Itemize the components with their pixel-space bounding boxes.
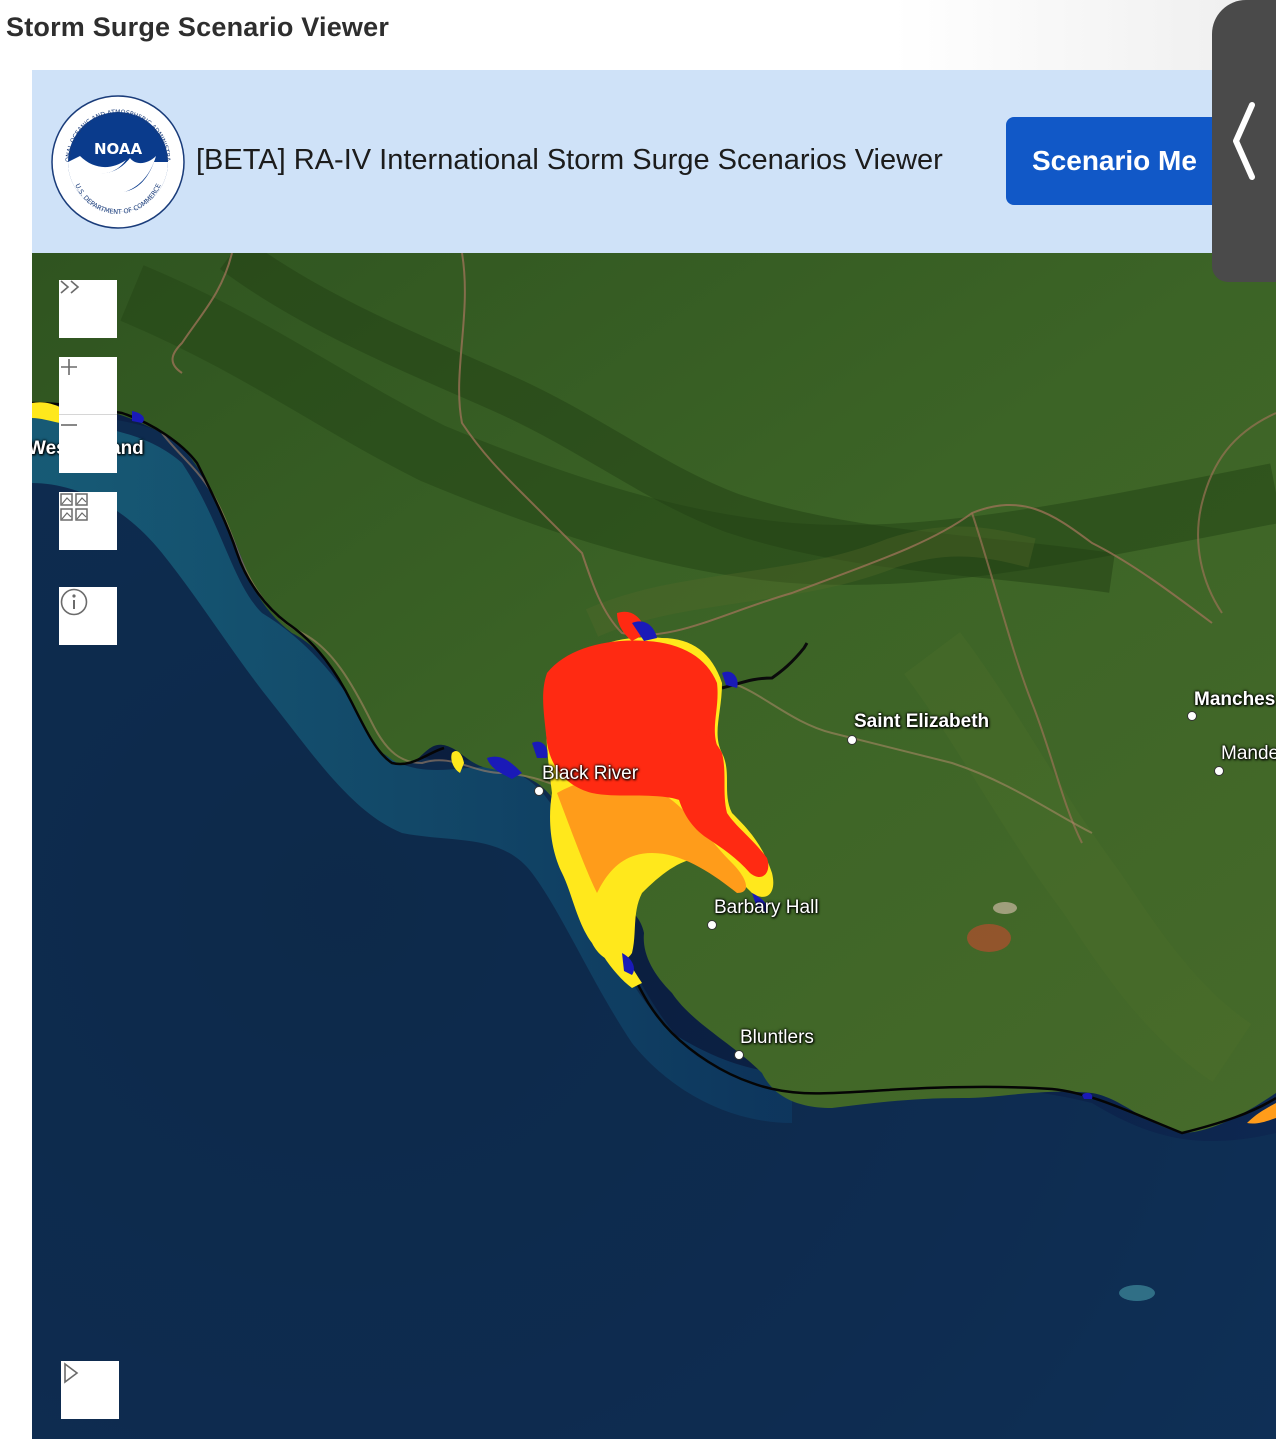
- map-label-saint-elizabeth: Saint Elizabeth: [854, 711, 990, 732]
- map-view[interactable]: Wes land Saint Elizabeth Black River Bar…: [32, 253, 1276, 1439]
- map-marker-barbary-hall: [707, 920, 717, 930]
- noaa-logo-text: NOAA: [94, 140, 143, 158]
- info-icon: [60, 588, 88, 616]
- map-marker-saint-elizabeth: [847, 735, 857, 745]
- basemap-gallery-icon: [60, 493, 88, 521]
- map-label-bluntlers: Bluntlers: [740, 1027, 814, 1048]
- map-label-mandeville: Mande: [1221, 743, 1276, 764]
- page-title: Storm Surge Scenario Viewer: [6, 12, 390, 42]
- zoom-out-button[interactable]: [59, 415, 117, 473]
- play-animation-button[interactable]: [61, 1361, 119, 1419]
- expand-panel-button[interactable]: [59, 280, 117, 338]
- map-marker-bluntlers: [734, 1050, 744, 1060]
- app-banner: NOAA NATIONAL OCEANIC AND ATMOSPHERIC AD…: [32, 70, 1276, 253]
- map-marker-mandeville: [1214, 766, 1224, 776]
- noaa-logo-icon: NOAA NATIONAL OCEANIC AND ATMOSPHERIC AD…: [50, 94, 185, 229]
- scenario-menu-button[interactable]: Scenario Me: [1006, 117, 1246, 205]
- side-panel-toggle[interactable]: [1212, 0, 1276, 282]
- info-button[interactable]: [59, 587, 117, 645]
- minus-icon: [61, 424, 77, 426]
- map-marker-manchester: [1187, 711, 1197, 721]
- double-chevron-right-icon: [60, 280, 80, 294]
- satellite-basemap: [32, 253, 1276, 1439]
- map-label-manchester: Manches: [1194, 689, 1276, 710]
- chevron-left-icon: [1233, 102, 1255, 180]
- map-marker-black-river: [534, 786, 544, 796]
- map-label-barbary-hall: Barbary Hall: [714, 897, 819, 918]
- play-triangle-icon: [64, 1362, 79, 1384]
- banner-title: [BETA] RA-IV International Storm Surge S…: [196, 144, 943, 176]
- zoom-in-button[interactable]: [59, 357, 117, 415]
- page-header: Storm Surge Scenario Viewer: [0, 0, 1276, 70]
- plus-icon: [61, 359, 77, 375]
- basemap-gallery-button[interactable]: [59, 492, 117, 550]
- app-frame: NOAA NATIONAL OCEANIC AND ATMOSPHERIC AD…: [32, 70, 1276, 1439]
- map-label-black-river: Black River: [542, 763, 639, 784]
